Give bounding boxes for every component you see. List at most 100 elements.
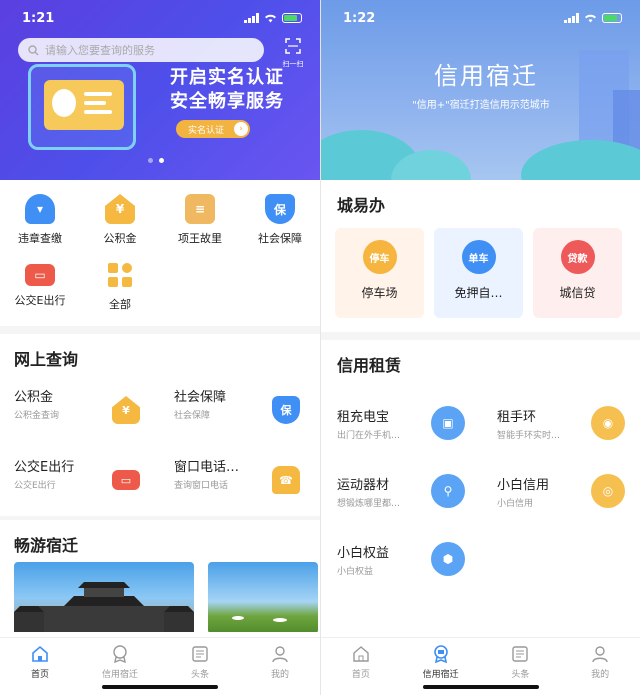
home-icon	[32, 645, 48, 662]
tab-label: 信用宿迁	[101, 670, 138, 680]
police-hat-icon: ▾	[25, 194, 55, 224]
credit-icon: ◎	[591, 474, 625, 508]
service-label: 违章查缴	[18, 232, 62, 245]
wristband-icon: ◉	[591, 406, 625, 440]
shield-icon: 保	[272, 396, 300, 424]
signal-icon	[244, 13, 259, 23]
query-list: 公积金 公积金查询 ¥ 社会保障 社会保障 保 公交E出行 公交E出行 ▭ 窗口…	[0, 376, 320, 516]
service-item-violation[interactable]: ▾ 违章查缴	[0, 194, 80, 260]
query-item-housing-fund[interactable]: 公积金 公积金查询 ¥	[0, 376, 160, 446]
cloud-illustration	[521, 140, 640, 180]
tab-label: 头条	[190, 670, 209, 680]
credit-title: 信用宿迁	[434, 62, 538, 90]
tab-label: 头条	[511, 670, 530, 680]
sport-icon: ⚲	[431, 474, 465, 508]
signal-icon	[564, 13, 579, 23]
tab-home[interactable]: 首页	[321, 638, 401, 695]
battery-icon	[282, 13, 302, 23]
city-services: 停车 停车场 单车 免押自… 贷款 城信贷	[321, 228, 640, 318]
service-label: 全部	[109, 298, 131, 311]
query-item-window-phone[interactable]: 窗口电话… 查询窗口电话 ☎	[160, 446, 320, 516]
wifi-icon	[585, 14, 596, 23]
tab-label: 首页	[351, 670, 370, 680]
power-bank-icon: ▣	[431, 406, 465, 440]
credit-badge-icon	[433, 645, 448, 664]
credit-badge-icon	[113, 645, 127, 664]
battery-icon	[602, 13, 622, 23]
rent-item-powerbank[interactable]: 租充电宝 出门在外手机… ▣	[321, 392, 481, 460]
home-screen: 开启实名认证 安全畅享服务 实名认证 › 1:21 请输入您要查询的服务 扫一扫…	[0, 0, 320, 695]
status-time: 1:21	[22, 10, 55, 26]
news-icon	[512, 646, 529, 662]
query-item-social-security[interactable]: 社会保障 社会保障 保	[160, 376, 320, 446]
rent-item-sport[interactable]: 运动器材 想锻炼哪里都… ⚲	[321, 460, 481, 528]
tour-photos	[0, 562, 320, 632]
shield-icon: 保	[265, 194, 295, 224]
carousel-dot-active[interactable]	[159, 158, 164, 163]
tour-photo-wetland[interactable]	[208, 562, 318, 632]
status-bar: 1:21	[0, 0, 320, 36]
online-query-title: 网上查询	[14, 350, 79, 369]
scan-icon	[285, 38, 301, 54]
house-fund-icon: ¥	[105, 194, 135, 224]
id-card-illustration	[44, 80, 124, 130]
service-label: 公积金	[103, 232, 137, 245]
service-label: 社会保障	[258, 232, 302, 245]
service-label: 公交E出行	[14, 294, 66, 307]
rent-item-wristband[interactable]: 租手环 智能手环实时… ◉	[481, 392, 640, 460]
service-item-housing-fund[interactable]: ¥ 公积金	[80, 194, 160, 260]
home-indicator	[423, 685, 539, 689]
search-placeholder: 请输入您要查询的服务	[45, 44, 155, 57]
banner-line1: 开启实名认证	[170, 67, 284, 88]
tab-label: 首页	[30, 670, 49, 680]
home-icon	[353, 646, 369, 662]
credit-content: 城易办 停车 停车场 单车 免押自… 贷款 城信贷 信用租赁 租充电宝 出门在外…	[321, 180, 640, 637]
credit-subtitle: "信用+"宿迁打造信用示范城市	[412, 100, 550, 111]
tour-title: 畅游宿迁	[14, 536, 79, 555]
verify-button[interactable]: 实名认证 ›	[176, 120, 250, 138]
search-input[interactable]: 请输入您要查询的服务	[18, 38, 264, 62]
tour-photo-gate[interactable]	[14, 562, 194, 632]
chevron-right-icon: ›	[234, 122, 249, 136]
user-icon	[592, 646, 608, 663]
service-item-all[interactable]: 全部	[80, 260, 160, 326]
city-card-parking[interactable]: 停车 停车场	[335, 228, 424, 318]
tab-label: 我的	[591, 670, 610, 680]
banner-line2: 安全畅享服务	[170, 91, 284, 112]
home-content: ▾ 违章查缴 ¥ 公积金 ≡ 项王故里 保 社会保障 ▭ 公交E出行 全部 网上…	[0, 180, 320, 637]
verify-button-label: 实名认证	[188, 125, 225, 136]
bus-icon: ▭	[25, 264, 55, 286]
tab-home[interactable]: 首页	[0, 638, 80, 695]
tab-mine[interactable]: 我的	[240, 638, 320, 695]
parking-icon: 停车	[362, 240, 397, 274]
search-icon	[28, 44, 39, 55]
scroll-icon: ≡	[185, 194, 215, 224]
rent-list: 租充电宝 出门在外手机… ▣ 租手环 智能手环实时… ◉ 运动器材 想锻炼哪里都…	[321, 388, 640, 596]
app-root: 开启实名认证 安全畅享服务 实名认证 › 1:21 请输入您要查询的服务 扫一扫…	[0, 0, 640, 695]
query-item-bus[interactable]: 公交E出行 公交E出行 ▭	[0, 446, 160, 516]
bus-icon: ▭	[112, 470, 140, 490]
city-card-loan[interactable]: 贷款 城信贷	[533, 228, 622, 318]
tab-mine[interactable]: 我的	[560, 638, 640, 695]
rent-item-xiaobai-rights[interactable]: 小白权益 小白权益 ⬢	[321, 528, 481, 596]
service-label: 项王故里	[178, 232, 222, 245]
city-card-bike[interactable]: 单车 免押自…	[434, 228, 523, 318]
service-item-xiangwang[interactable]: ≡ 项王故里	[160, 194, 240, 260]
wifi-icon	[265, 14, 276, 23]
tab-label: 信用宿迁	[422, 670, 459, 680]
status-time: 1:22	[343, 10, 376, 26]
carousel-dot[interactable]	[148, 158, 153, 163]
rent-item-xiaobai-credit[interactable]: 小白信用 小白信用 ◎	[481, 460, 640, 528]
bike-icon: 单车	[461, 240, 496, 274]
banner-headline: 开启实名认证 安全畅享服务	[170, 66, 284, 114]
news-icon	[192, 646, 208, 662]
loan-icon: 贷款	[560, 240, 595, 274]
user-icon	[272, 646, 288, 663]
scan-button[interactable]: 扫一扫	[282, 38, 304, 68]
section-divider	[321, 332, 640, 340]
status-bar: 1:22	[321, 0, 640, 36]
service-grid: ▾ 违章查缴 ¥ 公积金 ≡ 项王故里 保 社会保障 ▭ 公交E出行 全部	[0, 180, 320, 326]
tab-label: 我的	[270, 670, 289, 680]
service-item-bus[interactable]: ▭ 公交E出行	[0, 260, 80, 326]
service-item-social-security[interactable]: 保 社会保障	[240, 194, 320, 260]
